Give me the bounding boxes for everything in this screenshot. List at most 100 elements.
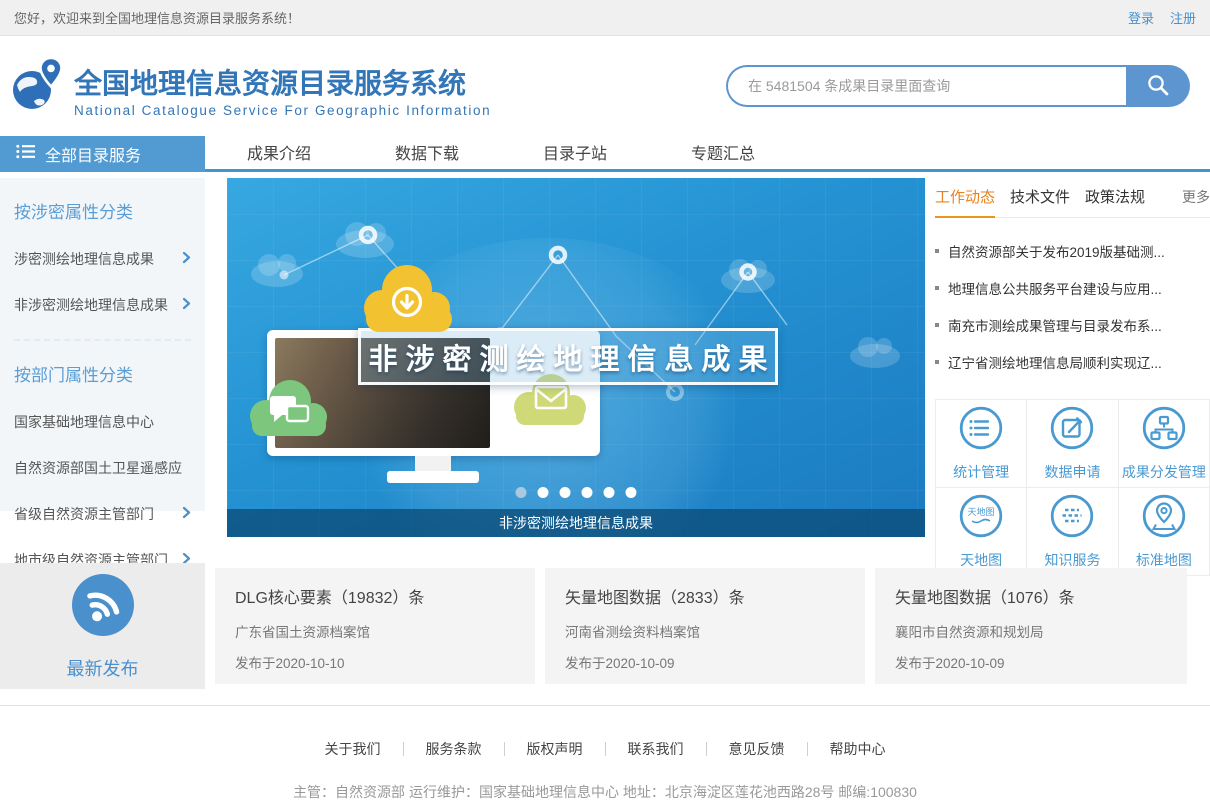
chevron-right-icon — [182, 251, 191, 267]
card-title: 矢量地图数据（1076）条 — [895, 584, 1167, 608]
footer-link-about[interactable]: 关于我们 — [303, 742, 403, 756]
login-link[interactable]: 登录 — [1128, 8, 1154, 27]
card-date: 发布于2020-10-09 — [565, 652, 845, 672]
sidebar-item-label: 省级自然资源主管部门 — [14, 504, 154, 524]
carousel-dot-4[interactable] — [582, 487, 593, 498]
sidebar: 按涉密属性分类 涉密测绘地理信息成果 非涉密测绘地理信息成果 按部门属性分类 国… — [0, 178, 205, 511]
nav-catalog-label: 全部目录服务 — [45, 142, 141, 166]
carousel-dot-3[interactable] — [560, 487, 571, 498]
knowledge-logo-icon — [1049, 493, 1095, 544]
nav-item-download[interactable]: 数据下载 — [353, 138, 501, 171]
page: 您好，欢迎来到全国地理信息资源目录服务系统！ 登录 注册 全国地理信息资源目录服… — [0, 0, 1210, 802]
standard-map-icon — [1141, 493, 1187, 544]
bullet-icon — [935, 323, 939, 327]
news-item-text: 南充市测绘成果管理与目录发布系... — [948, 315, 1162, 335]
search-bar — [726, 65, 1190, 107]
latest-badge: 最新发布 — [0, 563, 205, 689]
rss-icon — [70, 572, 136, 643]
footer-link-terms[interactable]: 服务条款 — [403, 742, 504, 756]
right-panel: 工作动态 技术文件 政策法规 更多 自然资源部关于发布2019版基础测... 地… — [935, 178, 1210, 537]
latest-card[interactable]: 矢量地图数据（1076）条 襄阳市自然资源和规划局 发布于2020-10-09 — [875, 568, 1187, 684]
footer-link-copyright[interactable]: 版权声明 — [504, 742, 605, 756]
register-link[interactable]: 注册 — [1170, 8, 1196, 27]
main-content: 按涉密属性分类 涉密测绘地理信息成果 非涉密测绘地理信息成果 按部门属性分类 国… — [0, 172, 1210, 537]
nav-item-topics[interactable]: 专题汇总 — [649, 138, 797, 171]
top-bar: 您好，欢迎来到全国地理信息资源目录服务系统！ 登录 注册 — [0, 0, 1210, 36]
quicklink-data-apply[interactable]: 数据申请 — [1027, 400, 1117, 487]
quicklink-knowledge[interactable]: 知识服务 — [1027, 488, 1117, 575]
sidebar-item-label: 非涉密测绘地理信息成果 — [14, 295, 168, 315]
quicklink-label: 成果分发管理 — [1122, 462, 1206, 482]
quicklink-tianditu[interactable]: 天地图 天地图 — [936, 488, 1026, 575]
carousel-dot-1[interactable] — [516, 487, 527, 498]
news-item[interactable]: 自然资源部关于发布2019版基础测... — [935, 241, 1210, 261]
search-input[interactable] — [726, 65, 1126, 107]
header: 全国地理信息资源目录服务系统 National Catalogue Servic… — [0, 36, 1210, 136]
sidebar-item-ngcc[interactable]: 国家基础地理信息中心 — [14, 412, 191, 432]
latest-card[interactable]: 矢量地图数据（2833）条 河南省测绘资料档案馆 发布于2020-10-09 — [545, 568, 865, 684]
sidebar-item-classified[interactable]: 涉密测绘地理信息成果 — [14, 249, 191, 269]
card-title: 矢量地图数据（2833）条 — [565, 584, 845, 608]
card-date: 发布于2020-10-10 — [235, 652, 515, 672]
tab-policies[interactable]: 政策法规 — [1085, 186, 1145, 216]
sidebar-item-label: 涉密测绘地理信息成果 — [14, 249, 154, 269]
globe-pin-logo-icon — [10, 55, 66, 118]
news-item[interactable]: 南充市测绘成果管理与目录发布系... — [935, 315, 1210, 335]
quicklink-distribution[interactable]: 成果分发管理 — [1119, 400, 1209, 487]
bullet-icon — [935, 249, 939, 253]
card-org: 广东省国土资源档案馆 — [235, 621, 515, 641]
footer: 关于我们 服务条款 版权声明 联系我们 意见反馈 帮助中心 主管：自然资源部 运… — [0, 705, 1210, 802]
news-item[interactable]: 辽宁省测绘地理信息局顺利实现辽... — [935, 352, 1210, 372]
card-date: 发布于2020-10-09 — [895, 652, 1167, 672]
carousel-dots — [516, 487, 637, 498]
carousel-dot-6[interactable] — [626, 487, 637, 498]
tianditu-logo-icon: 天地图 — [958, 493, 1004, 544]
news-item-text: 辽宁省测绘地理信息局顺利实现辽... — [948, 352, 1162, 372]
news-more-link[interactable]: 更多 — [1182, 187, 1210, 216]
quicklink-label: 天地图 — [960, 550, 1002, 570]
tab-tech-docs[interactable]: 技术文件 — [1010, 186, 1070, 216]
quicklink-label: 知识服务 — [1044, 550, 1100, 570]
sidebar-heading-department: 按部门属性分类 — [14, 341, 191, 386]
quicklink-statistics[interactable]: 统计管理 — [936, 400, 1026, 487]
tab-work-news[interactable]: 工作动态 — [935, 186, 995, 218]
news-item[interactable]: 地理信息公共服务平台建设与应用... — [935, 278, 1210, 298]
nav-item-intro[interactable]: 成果介绍 — [205, 138, 353, 171]
sidebar-item-nonclassified[interactable]: 非涉密测绘地理信息成果 — [14, 295, 191, 315]
nav-catalog-button[interactable]: 全部目录服务 — [0, 136, 205, 172]
download-cloud-icon — [350, 252, 468, 336]
latest-card[interactable]: DLG核心要素（19832）条 广东省国土资源档案馆 发布于2020-10-10 — [215, 568, 535, 684]
edit-icon — [1049, 405, 1095, 456]
main-nav: 全部目录服务 成果介绍 数据下载 目录子站 专题汇总 — [0, 136, 1210, 172]
carousel-slide[interactable]: 非涉密测绘地理信息成果 — [227, 178, 925, 537]
bullet-icon — [935, 360, 939, 364]
footer-link-help[interactable]: 帮助中心 — [807, 742, 908, 756]
quicklinks-grid: 统计管理 数据申请 — [935, 399, 1210, 576]
carousel-dot-5[interactable] — [604, 487, 615, 498]
sidebar-item-provincial[interactable]: 省级自然资源主管部门 — [14, 504, 191, 524]
quicklink-label: 数据申请 — [1044, 462, 1100, 482]
slide-title: 非涉密测绘地理信息成果 — [361, 336, 776, 378]
site-title: 全国地理信息资源目录服务系统 — [74, 69, 491, 99]
nav-item-substations[interactable]: 目录子站 — [501, 138, 649, 171]
footer-link-contact[interactable]: 联系我们 — [605, 742, 706, 756]
list-circle-icon — [958, 405, 1004, 456]
carousel-dot-2[interactable] — [538, 487, 549, 498]
chat-cloud-icon — [240, 368, 340, 442]
bullet-icon — [935, 286, 939, 290]
sidebar-item-label: 国家基础地理信息中心 — [14, 412, 154, 432]
search-button[interactable] — [1126, 65, 1190, 107]
news-item-text: 地理信息公共服务平台建设与应用... — [948, 278, 1162, 298]
sidebar-item-satellite[interactable]: 自然资源部国土卫星遥感应 — [14, 458, 191, 478]
welcome-text: 您好，欢迎来到全国地理信息资源目录服务系统！ — [14, 8, 300, 27]
footer-link-feedback[interactable]: 意见反馈 — [706, 742, 807, 756]
card-org: 河南省测绘资料档案馆 — [565, 621, 845, 641]
list-menu-icon — [16, 144, 36, 164]
svg-text:天地图: 天地图 — [968, 506, 995, 517]
chevron-right-icon — [182, 506, 191, 522]
card-org: 襄阳市自然资源和规划局 — [895, 621, 1167, 641]
quicklink-standard-map[interactable]: 标准地图 — [1119, 488, 1209, 575]
quicklink-label: 统计管理 — [953, 462, 1009, 482]
search-icon — [1146, 73, 1170, 100]
slide-title-box: 非涉密测绘地理信息成果 — [358, 328, 778, 385]
